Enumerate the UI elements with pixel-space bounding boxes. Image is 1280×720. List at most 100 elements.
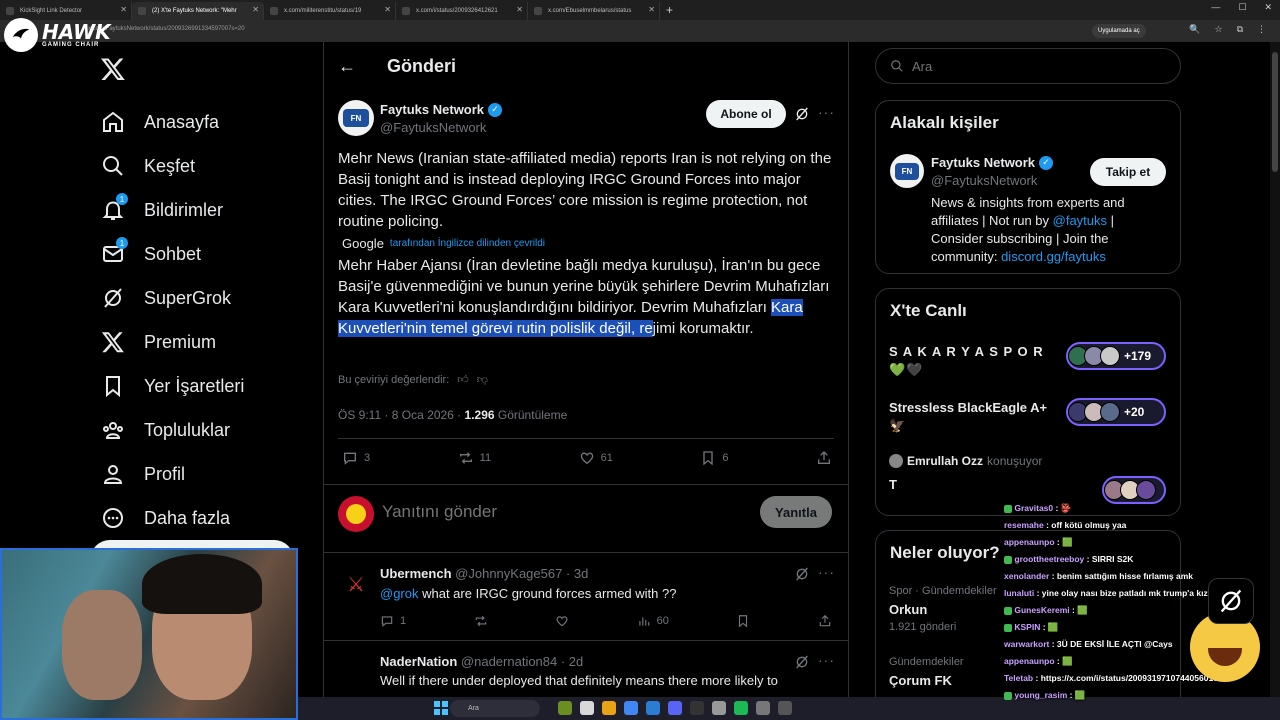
reply-button[interactable]: 1 [380, 614, 406, 628]
search-input[interactable] [912, 58, 1088, 74]
share-button[interactable] [818, 614, 832, 628]
page-scrollbar[interactable] [1270, 42, 1280, 697]
grok-floating-button[interactable] [1208, 578, 1254, 624]
browser-tab[interactable]: x.com/militerenstitu/status/19 ✕ [264, 2, 396, 20]
follow-button[interactable]: Takip et [1090, 158, 1166, 186]
app-icon[interactable] [646, 701, 660, 715]
star-icon[interactable]: ☆ [1214, 24, 1222, 35]
open-in-app-button[interactable]: Uygulamada aç [1092, 24, 1146, 38]
new-tab-icon[interactable]: + [666, 3, 673, 17]
back-arrow-icon[interactable]: ← [338, 56, 356, 77]
more-options-icon[interactable]: ··· [818, 564, 835, 580]
more-options-icon[interactable]: ··· [818, 104, 835, 120]
sidebar-item-home[interactable]: Anasayfa [96, 100, 244, 144]
folder-icon[interactable] [602, 701, 616, 715]
app-icon[interactable] [778, 701, 792, 715]
app-icon[interactable] [580, 701, 594, 715]
grok-icon[interactable] [794, 566, 810, 582]
sidebar-item-notifications[interactable]: 1 Bildirimler [96, 188, 244, 232]
subscribe-button[interactable]: Abone ol [706, 100, 786, 128]
my-avatar[interactable] [338, 496, 374, 532]
author-name[interactable]: Faytuks Network ✓ [380, 102, 503, 117]
scroll-thumb[interactable] [1272, 52, 1278, 172]
thumbs-down-icon[interactable]: 👎︎ [477, 373, 488, 386]
sidebar-item-more[interactable]: Daha fazla [96, 496, 244, 540]
maximize-icon[interactable]: ☐ [1238, 2, 1246, 13]
sidebar-item-bookmarks[interactable]: Yer İşaretleri [96, 364, 244, 408]
close-icon[interactable]: ✕ [384, 5, 391, 14]
sidebar-nav: Anasayfa Keşfet 1 Bildirimler 1 Sohbet S… [96, 100, 244, 540]
close-icon[interactable]: ✕ [648, 5, 655, 14]
sidebar-item-explore[interactable]: Keşfet [96, 144, 244, 188]
comment-author[interactable]: Ubermench @JohnnyKage567 · 3d [380, 566, 588, 581]
like-button[interactable] [555, 614, 569, 628]
comment-avatar[interactable]: ⚔ [338, 566, 374, 602]
close-window-icon[interactable]: ✕ [1264, 2, 1272, 13]
mention-link[interactable]: @grok [380, 586, 419, 601]
mention-link[interactable]: @faytuks [1053, 213, 1107, 228]
repost-button[interactable] [474, 614, 488, 628]
live-space-title[interactable]: Stressless BlackEagle A+ 🦅 [889, 399, 1059, 435]
reply-button[interactable]: 3 [342, 450, 370, 466]
sidebar-item-profile[interactable]: Profil [96, 452, 244, 496]
search-box[interactable] [875, 48, 1181, 84]
browser-tab[interactable]: x.com/i/status/2009326412621 ✕ [396, 2, 528, 20]
grok-icon[interactable] [794, 654, 810, 670]
thumbs-up-icon[interactable]: 👍︎ [457, 373, 469, 386]
listener-avatar [1100, 402, 1120, 422]
live-space-title[interactable]: T [889, 477, 897, 492]
reply-input[interactable] [382, 502, 742, 522]
discord-link[interactable]: discord.gg/faytuks [1001, 249, 1106, 264]
grok-icon[interactable] [794, 106, 810, 122]
close-icon[interactable]: ✕ [252, 5, 259, 14]
discord-icon[interactable] [668, 701, 682, 715]
sidebar-item-premium[interactable]: Premium [96, 320, 244, 364]
sidebar-item-label: Topluluklar [144, 419, 231, 440]
trend-name[interactable]: Çorum FK [889, 673, 952, 688]
views-button[interactable]: 60 [637, 614, 669, 628]
sidebar-item-messages[interactable]: 1 Sohbet [96, 232, 244, 276]
browser-tab[interactable]: (2) X'te Faytuks Network: "Mehr ✕ [132, 2, 264, 20]
related-handle[interactable]: @FaytuksNetwork [931, 173, 1037, 188]
app-icon[interactable] [756, 701, 770, 715]
live-space-title[interactable]: S A K A R Y A S P O R 💚🖤 [889, 343, 1059, 379]
more-options-icon[interactable]: ··· [818, 652, 835, 668]
browser-tab[interactable]: x.com/Ebuselmmbelarus/status ✕ [528, 2, 660, 20]
comment-author[interactable]: NaderNation @nadernation84 · 2d [380, 654, 583, 669]
share-button[interactable] [816, 450, 832, 466]
sidebar-item-communities[interactable]: Topluluklar [96, 408, 244, 452]
close-icon[interactable]: ✕ [516, 5, 523, 14]
listener-avatar [1136, 480, 1156, 500]
bookmark-button[interactable]: 6 [700, 450, 728, 466]
url-field[interactable]: x.com/FaytuksNetwork/status/200932699133… [88, 26, 245, 32]
app-icon[interactable] [712, 701, 726, 715]
translated-from-link[interactable]: tarafından İngilizce dilinden çevrildi [390, 238, 545, 249]
sidebar-item-label: SuperGrok [144, 287, 232, 308]
author-handle[interactable]: @FaytuksNetwork [380, 120, 486, 135]
bookmark-button[interactable] [736, 614, 750, 628]
browser-tab-bar: KickSight Link Detector ✕ (2) X'te Faytuk… [0, 0, 1280, 20]
related-name[interactable]: Faytuks Network ✓ [931, 155, 1054, 170]
x-logo-icon[interactable] [100, 56, 126, 82]
chrome-icon[interactable] [624, 701, 638, 715]
sidebar-item-supergrok[interactable]: SuperGrok [96, 276, 244, 320]
repost-button[interactable]: 11 [458, 450, 491, 466]
reply-submit-button[interactable]: Yanıtla [760, 496, 832, 528]
listener-avatar [1100, 346, 1120, 366]
spotify-icon[interactable] [734, 701, 748, 715]
app-icon[interactable] [690, 701, 704, 715]
close-icon[interactable]: ✕ [120, 5, 127, 14]
live-listeners-pill[interactable]: +20 [1066, 398, 1166, 426]
zoom-icon[interactable]: 🔍 [1189, 24, 1200, 35]
like-button[interactable]: 61 [579, 450, 613, 466]
live-listeners-pill[interactable]: +179 [1066, 342, 1166, 370]
app-icon[interactable] [558, 701, 572, 715]
taskbar-search[interactable]: Ara [450, 700, 540, 717]
related-avatar[interactable]: FN [890, 154, 924, 188]
menu-icon[interactable]: ⋮ [1257, 24, 1266, 35]
extensions-icon[interactable]: ⧉ [1237, 24, 1243, 35]
trend-name[interactable]: Orkun [889, 602, 927, 617]
windows-start-icon[interactable] [434, 701, 448, 715]
author-avatar[interactable]: FN [338, 100, 374, 136]
minimize-icon[interactable]: — [1211, 2, 1220, 13]
